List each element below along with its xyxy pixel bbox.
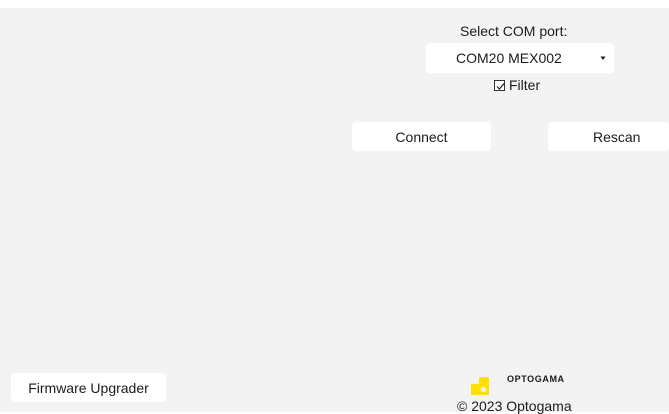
firmware-upgrader-button[interactable]: Firmware Upgrader xyxy=(11,373,166,402)
com-port-selected-value: COM20 MEX002 xyxy=(456,50,562,66)
main-window: Select COM port: COM20 MEX002 Filter Con… xyxy=(0,8,669,414)
filter-checkbox[interactable]: Filter xyxy=(494,76,540,94)
checkbox-checked-icon[interactable] xyxy=(494,79,505,91)
com-port-label: Select COM port: xyxy=(460,23,568,39)
connect-button[interactable]: Connect xyxy=(352,122,491,151)
dropdown-arrow-icon xyxy=(599,50,607,66)
logo-wordmark: OPTOGAMA xyxy=(507,374,565,384)
filter-label: Filter xyxy=(509,77,541,93)
optogama-logo-icon xyxy=(471,377,489,395)
com-port-select[interactable]: COM20 MEX002 xyxy=(426,43,614,73)
rescan-button[interactable]: Rescan xyxy=(548,122,669,151)
